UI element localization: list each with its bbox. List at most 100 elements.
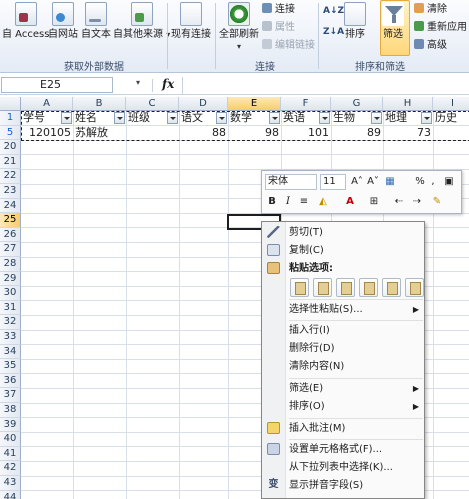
fx-icon[interactable]: fx — [162, 77, 174, 91]
sort-button[interactable]: 排序 — [344, 2, 366, 41]
column-header-i[interactable]: I — [433, 97, 469, 111]
formula-input[interactable] — [182, 77, 469, 94]
row-header[interactable]: 21 — [0, 154, 21, 170]
properties-button[interactable]: 属性 — [262, 21, 295, 34]
borders-icon[interactable]: ⊞ — [367, 194, 381, 210]
menu-item-cut[interactable]: 剪切(T) — [286, 224, 425, 242]
format-painter-icon[interactable]: ▣ — [442, 174, 456, 190]
row-header[interactable]: 38 — [0, 403, 21, 418]
bold-button[interactable]: B — [266, 194, 278, 210]
from-web-button[interactable]: 自网站 — [48, 2, 78, 41]
from-access-button[interactable]: 自 Access — [2, 2, 49, 41]
row-header[interactable]: 34 — [0, 344, 21, 360]
font-name-box[interactable]: 宋体 — [265, 174, 317, 190]
row-header[interactable]: 22 — [0, 169, 21, 184]
row-header[interactable]: 29 — [0, 271, 21, 287]
format-cells-icon — [267, 443, 280, 455]
row-header[interactable]: 37 — [0, 388, 21, 403]
sort-az-button[interactable]: A↓Z — [323, 5, 344, 18]
clipboard-icon — [267, 262, 280, 274]
clear-format-icon[interactable]: ✎ — [430, 194, 444, 210]
connections-icon — [262, 3, 272, 13]
column-header-d[interactable]: D — [179, 97, 228, 111]
reapply-button[interactable]: 重新应用 — [414, 21, 467, 34]
existing-connections-button[interactable]: 现有连接 — [171, 2, 211, 41]
filter-button[interactable]: 筛选 — [382, 2, 404, 41]
paste-option-paste-icon[interactable] — [290, 278, 309, 297]
paste-option-formulas-icon[interactable] — [336, 278, 355, 297]
paste-option-values-icon[interactable] — [313, 278, 332, 297]
number-format-icon[interactable]: ▦ — [383, 174, 397, 190]
column-header-f[interactable]: F — [281, 97, 331, 111]
row-header[interactable]: 27 — [0, 242, 21, 257]
menu-item-pick-from-list[interactable]: 从下拉列表中选择(K)... — [286, 459, 425, 477]
decrease-decimal-icon[interactable]: ⇢ — [410, 194, 424, 210]
row-header[interactable]: 1 — [0, 111, 21, 126]
row-header[interactable]: 20 — [0, 140, 21, 155]
row-header[interactable]: 35 — [0, 359, 21, 374]
row-header[interactable]: 5 — [0, 125, 21, 141]
menu-item-format-cells[interactable]: 设置单元格格式(F)... — [286, 441, 425, 459]
menu-item-paste-special[interactable]: 选择性粘贴(S)... ▶ — [286, 301, 425, 319]
menu-item-filter[interactable]: 筛选(E) ▶ — [286, 380, 425, 398]
ribbon-separator — [318, 3, 319, 69]
comma-icon[interactable]: , — [428, 174, 438, 190]
row-header[interactable]: 23 — [0, 184, 21, 199]
font-color-button[interactable]: A — [343, 194, 357, 210]
connections-button[interactable]: 连接 — [262, 3, 295, 16]
percent-icon[interactable]: % — [414, 174, 426, 190]
row-header[interactable]: 39 — [0, 417, 21, 433]
row-header[interactable]: 41 — [0, 446, 21, 462]
column-header-h[interactable]: H — [383, 97, 433, 111]
menu-item-delete-row[interactable]: 删除行(D) — [286, 340, 425, 358]
row-header[interactable]: 25 — [0, 213, 21, 228]
row-header[interactable]: 40 — [0, 432, 21, 447]
edit-links-button[interactable]: 编辑链接 — [262, 39, 315, 52]
fill-color-icon[interactable]: ◭ — [316, 194, 330, 210]
row-header[interactable]: 36 — [0, 373, 21, 389]
name-box[interactable]: E25 — [1, 77, 113, 93]
clear-label: 清除 — [427, 4, 447, 15]
column-header-a[interactable]: A — [21, 97, 73, 111]
advanced-icon — [414, 39, 424, 49]
chevron-down-icon[interactable]: ▾ — [136, 78, 140, 87]
paste-option-transpose-icon[interactable] — [359, 278, 378, 297]
row-header[interactable]: 31 — [0, 300, 21, 316]
row-header[interactable]: 30 — [0, 286, 21, 301]
row-header[interactable]: 28 — [0, 257, 21, 272]
select-all-corner[interactable] — [0, 97, 21, 111]
menu-separator — [289, 378, 423, 379]
column-header-e[interactable]: E — [228, 97, 281, 111]
italic-button[interactable]: I — [282, 194, 294, 210]
row-header[interactable]: 32 — [0, 315, 21, 330]
shrink-font-icon[interactable]: A˅ — [366, 174, 380, 190]
from-other-sources-button[interactable]: 自其他来源 ▾ — [113, 2, 170, 41]
row-header[interactable]: 43 — [0, 476, 21, 491]
from-text-button[interactable]: 自文本 — [81, 2, 111, 41]
increase-decimal-icon[interactable]: ⇠ — [392, 194, 406, 210]
menu-item-show-phonetic[interactable]: 显示拼音字段(S) — [286, 477, 425, 495]
row-header[interactable]: 26 — [0, 227, 21, 243]
menu-item-sort[interactable]: 排序(O) ▶ — [286, 398, 425, 416]
row-header[interactable]: 44 — [0, 490, 21, 499]
row-header[interactable]: 33 — [0, 330, 21, 345]
clear-filter-button[interactable]: 清除 — [414, 3, 447, 16]
row-header[interactable]: 24 — [0, 198, 21, 214]
sort-za-button[interactable]: Z↓A — [323, 26, 344, 39]
advanced-filter-button[interactable]: 高级 — [414, 39, 447, 52]
menu-item-insert-row[interactable]: 插入行(I) — [286, 322, 425, 340]
grow-font-icon[interactable]: A˄ — [350, 174, 364, 190]
paste-option-link-icon[interactable] — [405, 278, 424, 297]
refresh-all-button[interactable]: 全部刷新 ▾ — [219, 2, 259, 53]
menu-item-insert-comment[interactable]: 插入批注(M) — [286, 420, 425, 438]
column-header-c[interactable]: C — [126, 97, 179, 111]
font-size-box[interactable]: 11 — [320, 174, 346, 190]
row-header[interactable]: 42 — [0, 461, 21, 476]
column-header-g[interactable]: G — [331, 97, 383, 111]
from-text-label: 自文本 — [81, 29, 111, 40]
paste-option-formatting-icon[interactable] — [382, 278, 401, 297]
menu-item-clear-contents[interactable]: 清除内容(N) — [286, 358, 425, 376]
column-header-b[interactable]: B — [73, 97, 126, 111]
align-center-button[interactable]: ≡ — [298, 194, 310, 210]
menu-item-copy[interactable]: 复制(C) — [286, 242, 425, 260]
